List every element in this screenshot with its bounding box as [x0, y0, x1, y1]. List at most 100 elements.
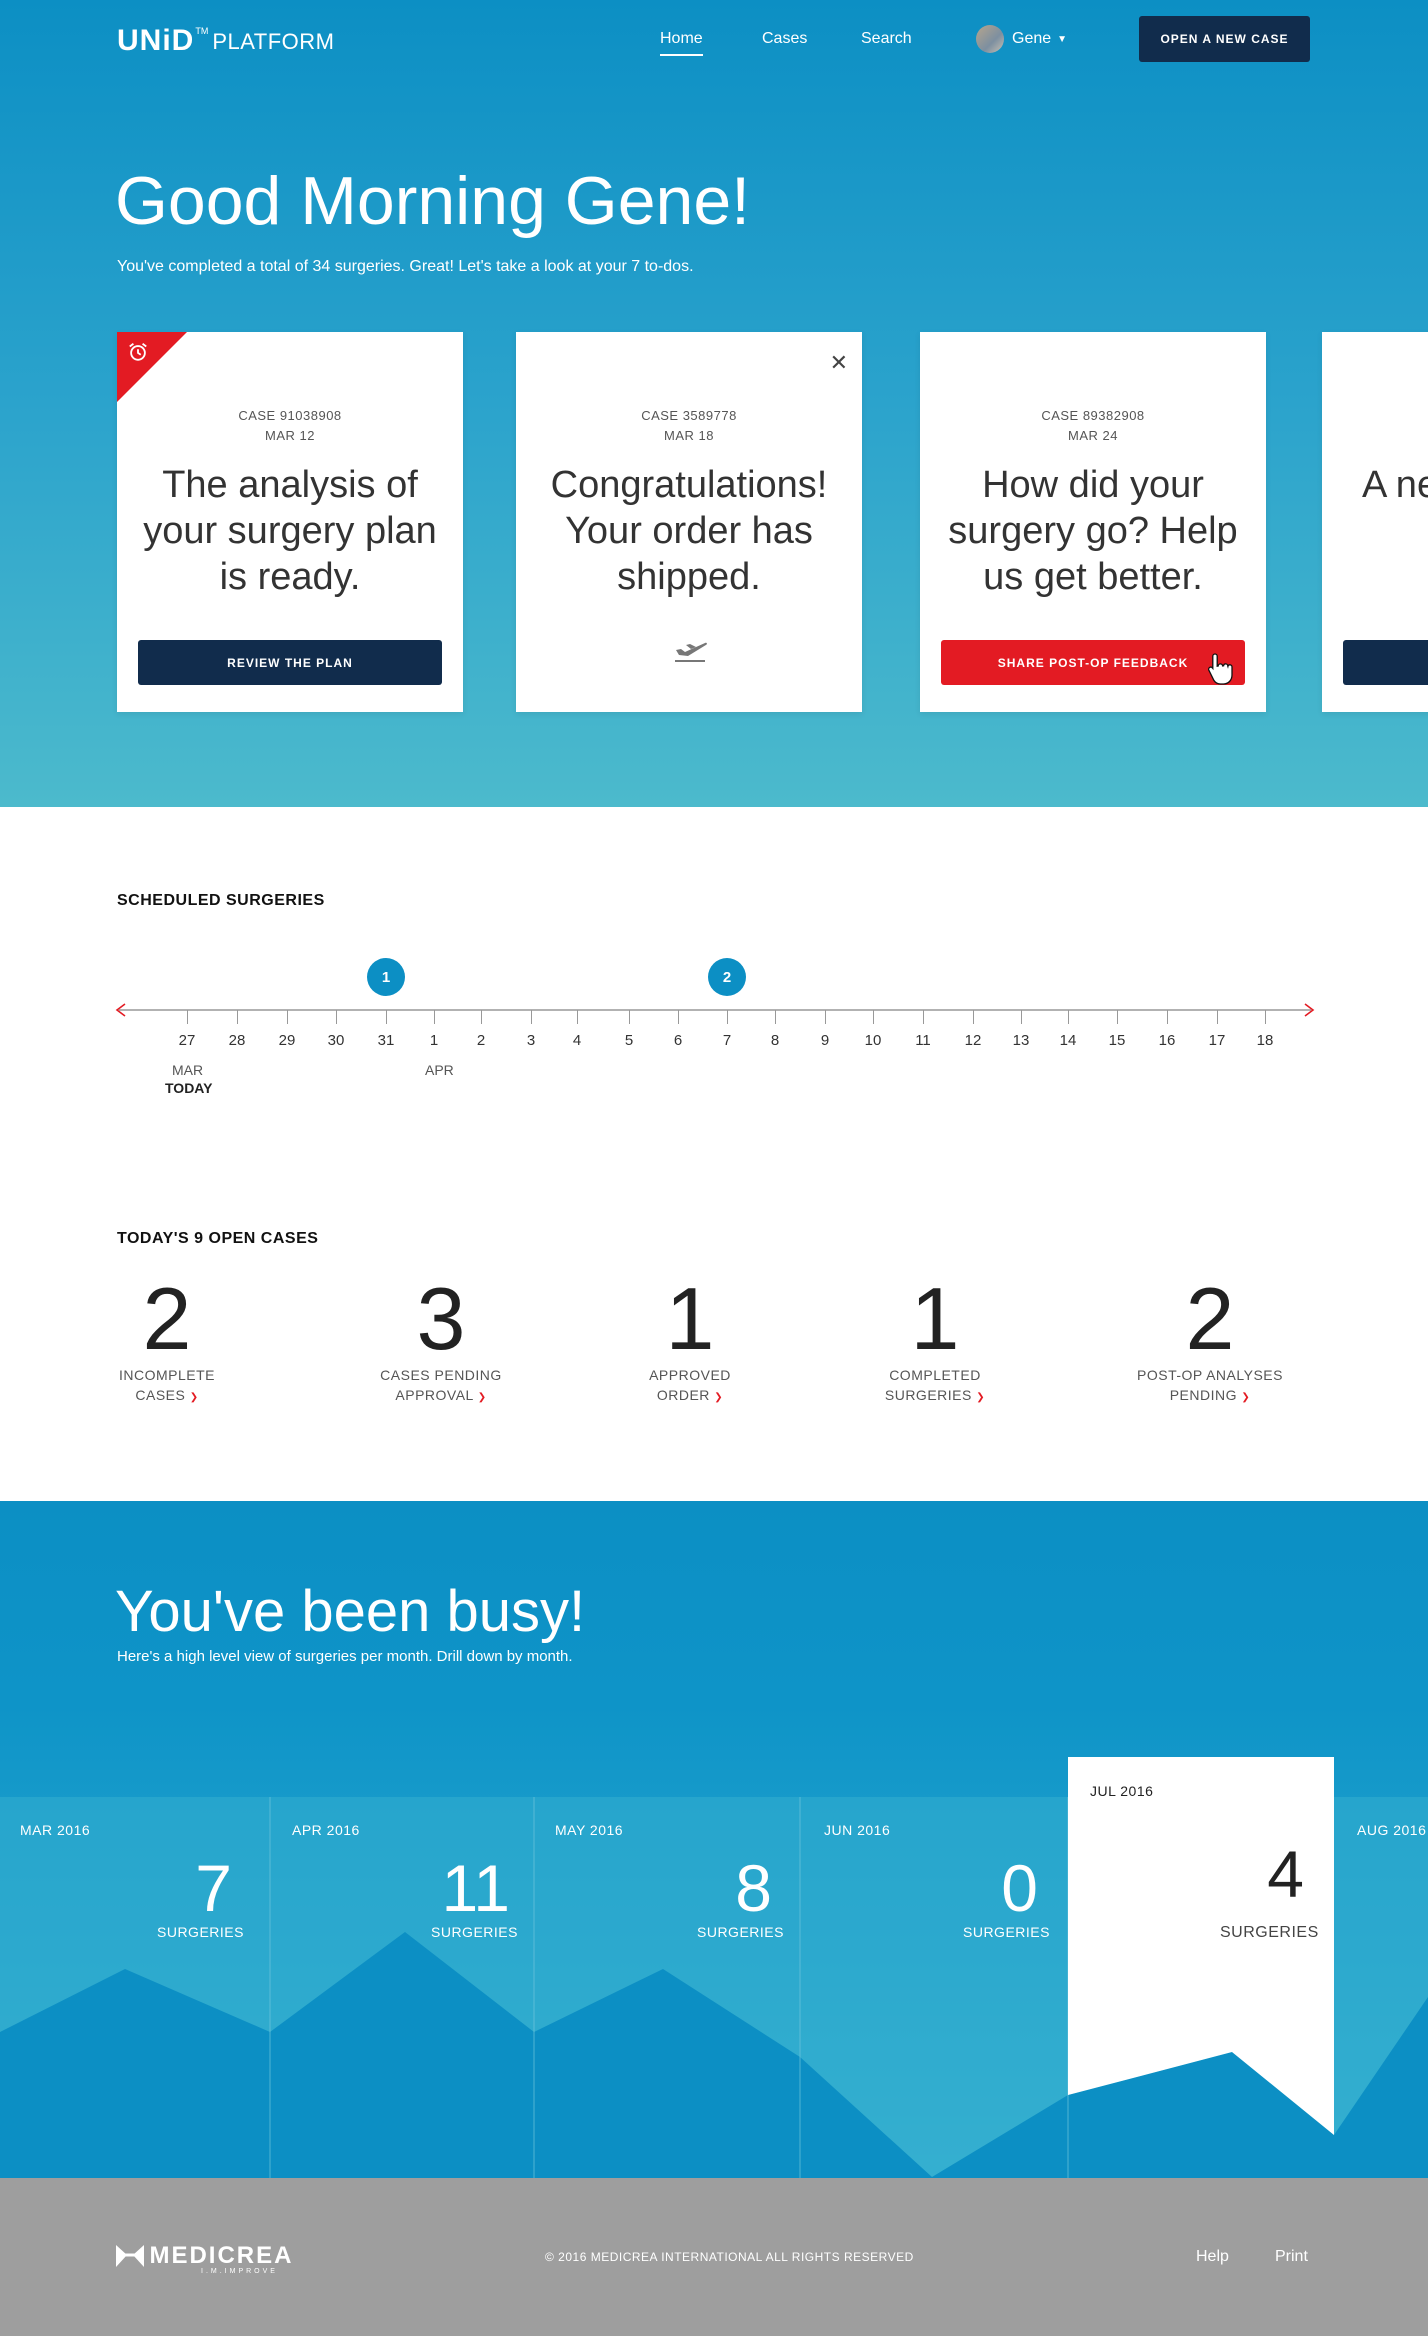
timeline-day-label: 16	[1158, 1032, 1176, 1049]
alarm-clock-icon	[129, 343, 147, 361]
user-name: Gene	[1012, 30, 1052, 47]
timeline-tick	[336, 1010, 337, 1024]
stat-incomplete-cases[interactable]: 2 INCOMPLETE CASES ❯	[117, 1275, 217, 1408]
timeline-tick	[678, 1010, 679, 1024]
stat-approved-order[interactable]: 1 APPROVED ORDER ❯	[640, 1275, 740, 1408]
greeting-title: Good Morning Gene!	[115, 163, 751, 239]
timeline-day-label: 27	[178, 1032, 196, 1049]
stat-label: POST-OP ANALYSES PENDING ❯	[1137, 1367, 1283, 1403]
open-cases-title: TODAY'S 9 OPEN CASES	[117, 1230, 319, 1247]
timeline-tick	[1167, 1010, 1168, 1024]
month-count: 7	[195, 1851, 232, 1925]
nav-search[interactable]: Search	[861, 30, 912, 48]
timeline-day-label: 4	[572, 1032, 582, 1049]
todo-card-partial[interactable]: A ne be v	[1322, 332, 1428, 712]
timeline-day-label: 7	[722, 1032, 732, 1049]
chevron-right-icon: ❯	[189, 1392, 199, 1403]
timeline-tick	[973, 1010, 974, 1024]
logo-main: UNiD	[117, 24, 195, 57]
month-label[interactable]: AUG 2016	[1357, 1822, 1426, 1838]
timeline-tick	[629, 1010, 630, 1024]
stat-count: 1	[910, 1269, 960, 1368]
card-case-number: CASE 3589778	[641, 408, 737, 423]
timeline-day-label: 15	[1108, 1032, 1126, 1049]
footer-brand: MEDICREA	[149, 2242, 294, 2269]
close-icon[interactable]: ✕	[830, 350, 848, 376]
footer-tagline: I.M.IMPROVE	[201, 2268, 278, 2275]
nav-cases[interactable]: Cases	[762, 30, 807, 48]
timeline-day-label: 3	[526, 1032, 536, 1049]
month-label[interactable]: JUN 2016	[824, 1822, 890, 1838]
timeline-tick	[287, 1010, 288, 1024]
timeline-tick	[775, 1010, 776, 1024]
month-count: 8	[735, 1851, 772, 1925]
medicrea-mark-icon	[116, 2245, 144, 2267]
timeline-tick	[434, 1010, 435, 1024]
stat-post-op-analyses[interactable]: 2 POST-OP ANALYSES PENDING ❯	[1128, 1275, 1292, 1408]
surgery-count-marker[interactable]: 2	[708, 958, 746, 996]
share-feedback-button[interactable]: SHARE POST-OP FEEDBACK	[941, 640, 1245, 685]
hand-pointer-icon	[1207, 653, 1233, 685]
surgery-count-marker[interactable]: 1	[367, 958, 405, 996]
chevron-right-icon: ❯	[714, 1392, 724, 1403]
month-label-selected[interactable]: JUL 2016	[1090, 1783, 1153, 1799]
timeline-day-label: 2	[476, 1032, 486, 1049]
card-action-button[interactable]	[1343, 640, 1428, 685]
timeline-day-label: 12	[964, 1032, 982, 1049]
timeline-day-label: 17	[1208, 1032, 1226, 1049]
stat-label: COMPLETED SURGERIES ❯	[884, 1367, 986, 1403]
copyright-text: © 2016 MEDICREA INTERNATIONAL ALL RIGHTS…	[545, 2250, 914, 2264]
month-unit-selected: SURGERIES	[1220, 1924, 1319, 1941]
stat-label: INCOMPLETE CASES ❯	[118, 1367, 215, 1403]
timeline-day-label: 13	[1012, 1032, 1030, 1049]
surgery-timeline: 27 28 29 30 31 1 2 3 4 5 6 7 8 9 10 11 12 13 14 15 16 17 18 MA…	[115, 958, 1315, 1110]
card-date: MAR 24	[1068, 428, 1118, 443]
airplane-takeoff-icon	[675, 642, 707, 662]
stat-completed-surgeries[interactable]: 1 COMPLETED SURGERIES ❯	[880, 1275, 990, 1408]
todo-card-feedback[interactable]: CASE 89382908 MAR 24 How did your surger…	[920, 332, 1266, 712]
timeline-tick	[1217, 1010, 1218, 1024]
month-label[interactable]: MAY 2016	[555, 1822, 623, 1838]
stat-label: APPROVED ORDER ❯	[649, 1367, 731, 1403]
stat-label: CASES PENDING APPROVAL ❯	[380, 1367, 502, 1403]
stat-count: 3	[416, 1269, 466, 1368]
timeline-month-mar: MAR	[172, 1062, 204, 1078]
timeline-tick	[531, 1010, 532, 1024]
todo-card-shipped[interactable]: ✕ CASE 3589778 MAR 18 Congratulations! Y…	[516, 332, 862, 712]
timeline-day-label: 6	[673, 1032, 683, 1049]
timeline-tick	[187, 1010, 188, 1024]
timeline-day-label: 31	[377, 1032, 395, 1049]
timeline-day-label: 11	[915, 1032, 931, 1049]
timeline-day-label: 10	[864, 1032, 882, 1049]
month-count-selected: 4	[1267, 1837, 1304, 1911]
timeline-tick	[386, 1010, 387, 1024]
timeline-day-label: 8	[770, 1032, 780, 1049]
footer-help-link[interactable]: Help	[1196, 2248, 1229, 2266]
chevron-right-icon: ❯	[477, 1392, 487, 1403]
hero-section: UNiD TM PLATFORM Home Cases Search Gene …	[0, 0, 1428, 807]
footer-print-link[interactable]: Print	[1275, 2248, 1308, 2266]
month-label[interactable]: MAR 2016	[20, 1822, 90, 1838]
timeline-day-label: 14	[1059, 1032, 1077, 1049]
open-new-case-button[interactable]: OPEN A NEW CASE	[1139, 16, 1310, 62]
timeline-tick	[481, 1010, 482, 1024]
month-label[interactable]: APR 2016	[292, 1822, 360, 1838]
card-message: The analysis of your surgery plan is rea…	[143, 464, 437, 598]
stat-cases-pending-approval[interactable]: 3 CASES PENDING APPROVAL ❯	[366, 1275, 516, 1408]
user-menu[interactable]: Gene ▼	[976, 25, 1067, 53]
medicrea-logo[interactable]: MEDICREA I.M.IMPROVE	[115, 2242, 294, 2275]
card-case-number: CASE 91038908	[238, 408, 342, 423]
chevron-right-icon: ❯	[1241, 1392, 1251, 1403]
timeline-tick	[923, 1010, 924, 1024]
timeline-tick	[873, 1010, 874, 1024]
month-unit: SURGERIES	[431, 1924, 518, 1940]
logo-platform: PLATFORM	[212, 29, 335, 54]
stat-count: 2	[1185, 1269, 1235, 1368]
unid-logo[interactable]: UNiD TM PLATFORM	[117, 24, 335, 58]
todo-card-analysis[interactable]: CASE 91038908 MAR 12 The analysis of you…	[117, 332, 463, 712]
timeline-today: TODAY	[165, 1080, 213, 1096]
nav-home[interactable]: Home	[660, 30, 703, 56]
busy-title: You've been busy!	[115, 1579, 586, 1644]
review-plan-button[interactable]: REVIEW THE PLAN	[138, 640, 442, 685]
timeline-day-label: 18	[1256, 1032, 1274, 1049]
